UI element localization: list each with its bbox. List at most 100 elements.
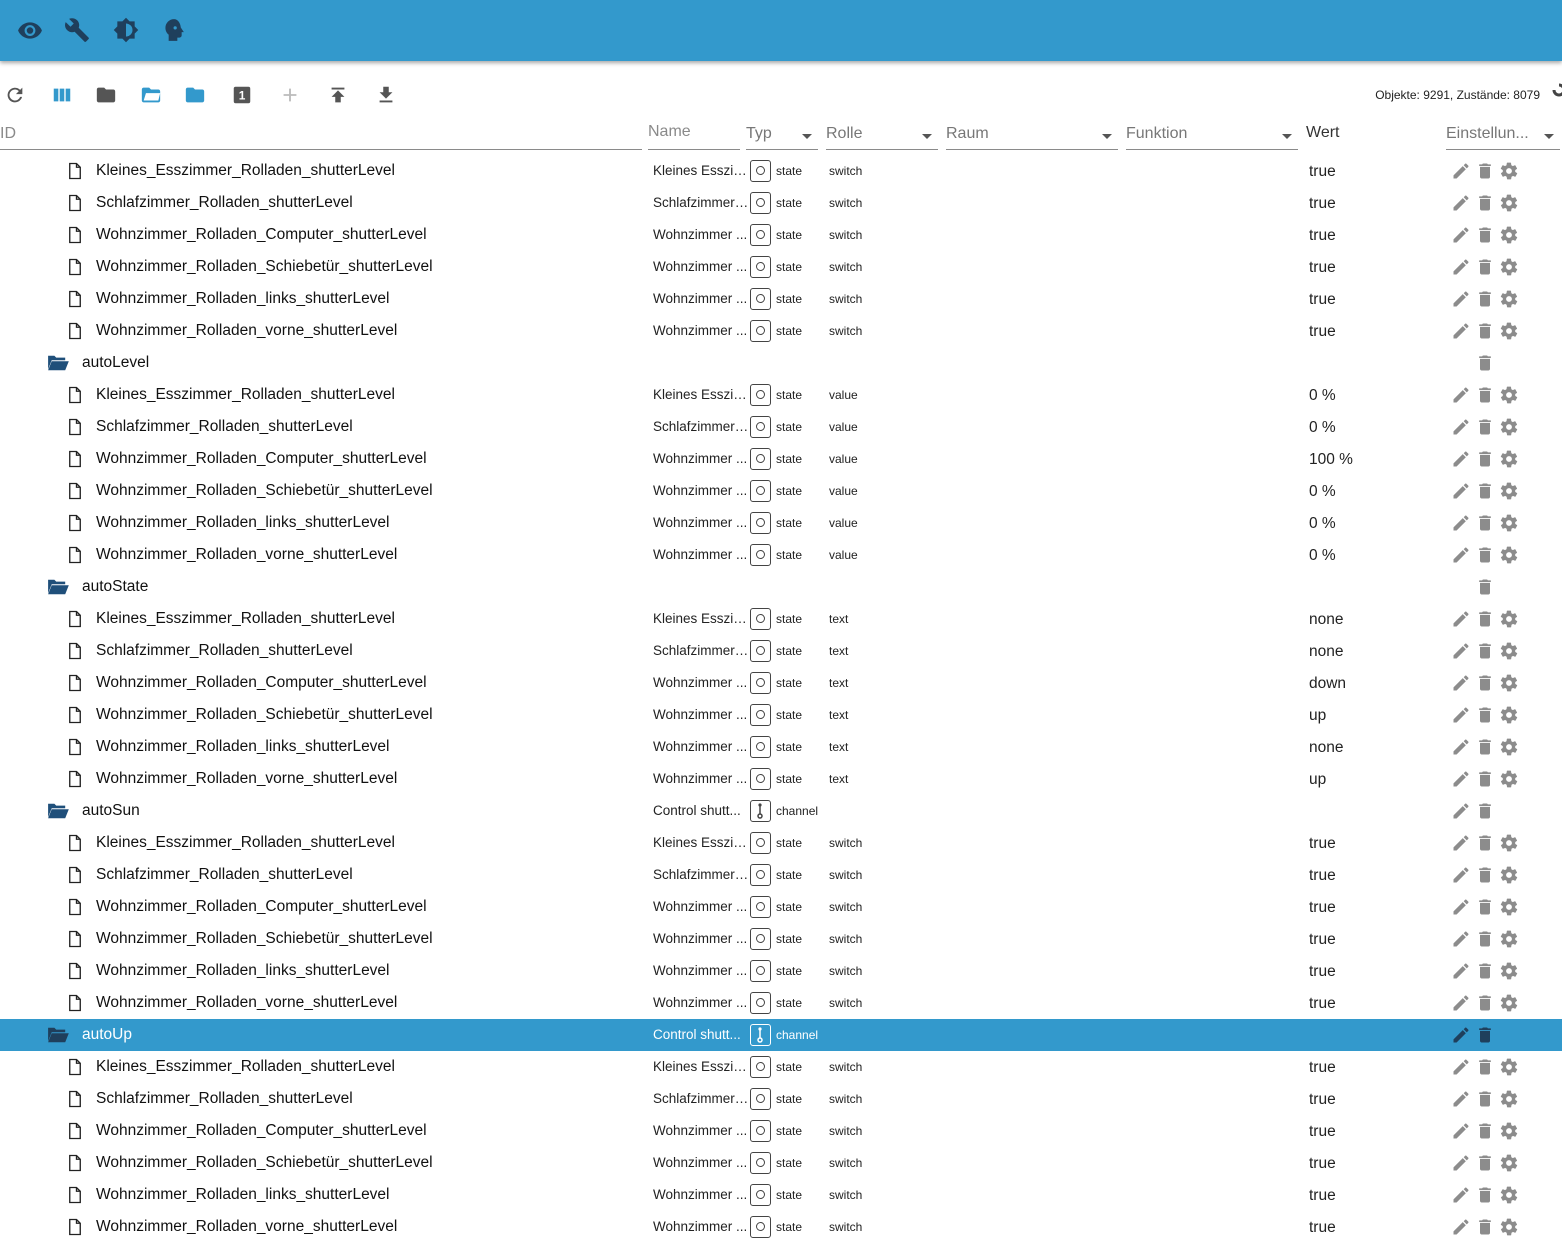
edit-icon[interactable] <box>1451 1121 1471 1141</box>
settings-gear-icon[interactable] <box>1499 897 1519 917</box>
table-row[interactable]: Wohnzimmer_Rolladen_Schiebetür_shutterLe… <box>0 923 1562 955</box>
columns-icon[interactable] <box>49 82 75 108</box>
delete-icon[interactable] <box>1475 193 1495 213</box>
table-row[interactable]: Wohnzimmer_Rolladen_Computer_shutterLeve… <box>0 219 1562 251</box>
edit-icon[interactable] <box>1451 673 1471 693</box>
typ-filter[interactable]: Typ <box>746 122 818 150</box>
id-filter[interactable]: ID <box>0 122 642 150</box>
table-row[interactable]: Wohnzimmer_Rolladen_Computer_shutterLeve… <box>0 443 1562 475</box>
delete-icon[interactable] <box>1475 865 1495 885</box>
edit-icon[interactable] <box>1451 641 1471 661</box>
delete-icon[interactable] <box>1475 769 1495 789</box>
object-value[interactable]: down <box>1309 675 1346 693</box>
delete-icon[interactable] <box>1475 385 1495 405</box>
folder-open-icon[interactable] <box>46 1026 70 1044</box>
table-row[interactable]: Schlafzimmer_Rolladen_shutterLevel Schlaf… <box>0 635 1562 667</box>
object-value[interactable]: 0 % <box>1309 419 1336 437</box>
object-value[interactable]: true <box>1309 291 1336 309</box>
object-value[interactable]: 0 % <box>1309 515 1336 533</box>
refresh-icon[interactable] <box>2 82 28 108</box>
settings-gear-icon[interactable] <box>1499 545 1519 565</box>
add-icon[interactable] <box>277 82 303 108</box>
settings-gear-icon[interactable] <box>1499 257 1519 277</box>
settings-gear-icon[interactable] <box>1499 865 1519 885</box>
table-row[interactable]: autoSun Control shutt... channel <box>0 795 1562 827</box>
expert-mode-icon[interactable] <box>160 17 186 43</box>
settings-gear-icon[interactable] <box>1499 417 1519 437</box>
table-row[interactable]: Wohnzimmer_Rolladen_Schiebetür_shutterLe… <box>0 1147 1562 1179</box>
settings-gear-icon[interactable] <box>1499 929 1519 949</box>
delete-icon[interactable] <box>1475 417 1495 437</box>
download-icon[interactable] <box>373 82 399 108</box>
delete-icon[interactable] <box>1475 673 1495 693</box>
object-value[interactable]: true <box>1309 867 1336 885</box>
folder-open-icon[interactable] <box>138 82 164 108</box>
folder-expand-icon[interactable] <box>182 82 208 108</box>
delete-icon[interactable] <box>1475 161 1495 181</box>
settings-gear-icon[interactable] <box>1499 737 1519 757</box>
name-filter[interactable]: Name <box>648 122 740 150</box>
edit-icon[interactable] <box>1451 1025 1471 1045</box>
delete-icon[interactable] <box>1475 1057 1495 1077</box>
level-1-icon[interactable]: 1 <box>229 82 255 108</box>
table-row[interactable]: Schlafzimmer_Rolladen_shutterLevel Schlaf… <box>0 859 1562 891</box>
table-row[interactable]: Wohnzimmer_Rolladen_Computer_shutterLeve… <box>0 1115 1562 1147</box>
delete-icon[interactable] <box>1475 513 1495 533</box>
delete-icon[interactable] <box>1475 897 1495 917</box>
object-value[interactable]: true <box>1309 1155 1336 1173</box>
delete-icon[interactable] <box>1475 929 1495 949</box>
delete-icon[interactable] <box>1475 1185 1495 1205</box>
upload-icon[interactable] <box>325 82 351 108</box>
edit-icon[interactable] <box>1451 737 1471 757</box>
edit-icon[interactable] <box>1451 193 1471 213</box>
object-value[interactable]: true <box>1309 259 1336 277</box>
table-row[interactable]: Wohnzimmer_Rolladen_Schiebetür_shutterLe… <box>0 699 1562 731</box>
delete-icon[interactable] <box>1475 609 1495 629</box>
settings-gear-icon[interactable] <box>1499 289 1519 309</box>
edit-icon[interactable] <box>1451 961 1471 981</box>
edit-icon[interactable] <box>1451 897 1471 917</box>
edit-icon[interactable] <box>1451 1185 1471 1205</box>
eye-icon[interactable] <box>17 17 43 43</box>
settings-gear-icon[interactable] <box>1499 481 1519 501</box>
edit-icon[interactable] <box>1451 417 1471 437</box>
funktion-filter[interactable]: Funktion <box>1126 122 1298 150</box>
object-value[interactable]: true <box>1309 1123 1336 1141</box>
edit-icon[interactable] <box>1451 449 1471 469</box>
edit-icon[interactable] <box>1451 769 1471 789</box>
settings-gear-icon[interactable] <box>1499 705 1519 725</box>
object-value[interactable]: true <box>1309 931 1336 949</box>
edit-icon[interactable] <box>1451 1217 1471 1237</box>
object-value[interactable]: 0 % <box>1309 387 1336 405</box>
delete-icon[interactable] <box>1475 993 1495 1013</box>
settings-gear-icon[interactable] <box>1499 193 1519 213</box>
delete-icon[interactable] <box>1475 1153 1495 1173</box>
settings-gear-icon[interactable] <box>1499 609 1519 629</box>
delete-icon[interactable] <box>1475 577 1495 597</box>
delete-icon[interactable] <box>1475 801 1495 821</box>
table-row[interactable]: Wohnzimmer_Rolladen_links_shutterLevel Wo… <box>0 507 1562 539</box>
raum-filter[interactable]: Raum <box>946 122 1118 150</box>
settings-gear-icon[interactable] <box>1499 513 1519 533</box>
table-row[interactable]: Wohnzimmer_Rolladen_links_shutterLevel Wo… <box>0 283 1562 315</box>
delete-icon[interactable] <box>1475 545 1495 565</box>
table-row[interactable]: Wohnzimmer_Rolladen_vorne_shutterLevel Wo… <box>0 539 1562 571</box>
settings-filter[interactable]: Einstellun... <box>1446 122 1560 150</box>
object-value[interactable]: true <box>1309 227 1336 245</box>
table-row[interactable]: Wohnzimmer_Rolladen_vorne_shutterLevel Wo… <box>0 987 1562 1019</box>
settings-gear-icon[interactable] <box>1499 161 1519 181</box>
object-value[interactable]: true <box>1309 963 1336 981</box>
table-row[interactable]: Wohnzimmer_Rolladen_links_shutterLevel Wo… <box>0 1179 1562 1211</box>
object-value[interactable]: 0 % <box>1309 483 1336 501</box>
object-value[interactable]: true <box>1309 323 1336 341</box>
edit-icon[interactable] <box>1451 929 1471 949</box>
edit-icon[interactable] <box>1451 1089 1471 1109</box>
object-value[interactable]: true <box>1309 195 1336 213</box>
table-row[interactable]: Schlafzimmer_Rolladen_shutterLevel Schlaf… <box>0 187 1562 219</box>
delete-icon[interactable] <box>1475 705 1495 725</box>
object-value[interactable]: 100 % <box>1309 451 1353 469</box>
edit-icon[interactable] <box>1451 833 1471 853</box>
delete-icon[interactable] <box>1475 833 1495 853</box>
object-value[interactable]: true <box>1309 995 1336 1013</box>
folder-open-icon[interactable] <box>46 354 70 372</box>
